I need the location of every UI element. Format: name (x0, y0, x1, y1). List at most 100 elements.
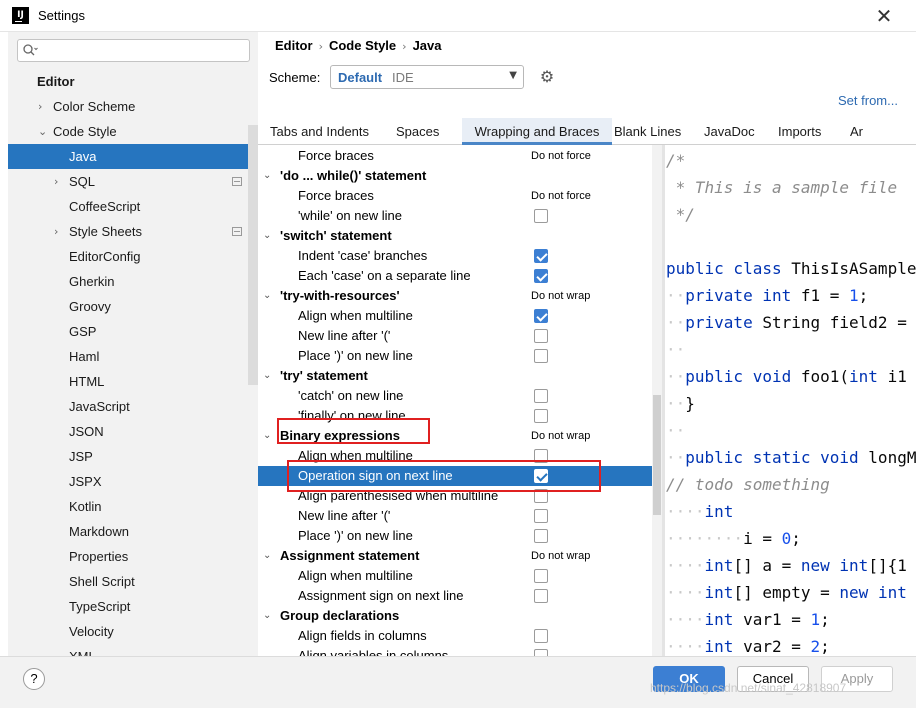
sidebar-item-jsp[interactable]: JSP (8, 444, 258, 469)
chevron-down-icon[interactable]: ⌄ (263, 606, 271, 626)
tab-blank-lines[interactable]: Blank Lines (614, 118, 702, 145)
option-checkbox[interactable] (534, 509, 548, 523)
option-row[interactable]: Place ')' on new line (258, 346, 652, 366)
option-row[interactable]: Align when multiline (258, 566, 652, 586)
sidebar-item-javascript[interactable]: JavaScript (8, 394, 258, 419)
sidebar-item-java[interactable]: Java (8, 144, 258, 169)
option-value[interactable]: Do not force (531, 186, 591, 206)
gear-icon[interactable]: ⚙ (538, 68, 556, 86)
sidebar-item-gsp[interactable]: GSP (8, 319, 258, 344)
sidebar-item-markdown[interactable]: Markdown (8, 519, 258, 544)
sidebar-item-velocity[interactable]: Velocity (8, 619, 258, 644)
option-row[interactable]: Align fields in columns (258, 626, 652, 646)
sidebar-item-kotlin[interactable]: Kotlin (8, 494, 258, 519)
sidebar-item-gherkin[interactable]: Gherkin (8, 269, 258, 294)
sidebar-item-code-style[interactable]: ⌄ Code Style (8, 119, 258, 144)
option-value[interactable]: Do not wrap (531, 546, 590, 566)
chevron-down-icon[interactable]: ⌄ (38, 119, 50, 144)
sidebar-item-shell-script[interactable]: Shell Script (8, 569, 258, 594)
close-icon[interactable]: ✕ (870, 4, 898, 28)
option-row[interactable]: 'catch' on new line (258, 386, 652, 406)
option-checkbox[interactable] (534, 449, 548, 463)
option-checkbox[interactable] (534, 629, 548, 643)
options-scrollbar[interactable] (652, 145, 662, 656)
option-group[interactable]: ⌄ Group declarations (258, 606, 652, 626)
option-checkbox[interactable] (534, 589, 548, 603)
option-group[interactable]: ⌄ 'do ... while()' statement (258, 166, 652, 186)
option-checkbox[interactable] (534, 309, 548, 323)
help-button[interactable]: ? (23, 668, 45, 690)
option-checkbox[interactable] (534, 569, 548, 583)
code-token: public static void (685, 448, 869, 467)
option-row[interactable]: Operation sign on next line (258, 466, 652, 486)
option-row[interactable]: Align variables in columns (258, 646, 652, 656)
option-row[interactable]: Assignment sign on next line (258, 586, 652, 606)
tab-ar[interactable]: Ar (850, 118, 880, 145)
chevron-down-icon[interactable]: ⌄ (263, 226, 271, 246)
option-checkbox[interactable] (534, 649, 548, 656)
option-row[interactable]: Align when multiline (258, 306, 652, 326)
option-group[interactable]: ⌄ 'try' statement (258, 366, 652, 386)
sidebar-item-color-scheme[interactable]: › Color Scheme (8, 94, 258, 119)
tab-wrapping-and-braces[interactable]: Wrapping and Braces (462, 118, 612, 145)
option-checkbox[interactable] (534, 269, 548, 283)
option-checkbox[interactable] (534, 209, 548, 223)
option-checkbox[interactable] (534, 469, 548, 483)
tab-imports[interactable]: Imports (778, 118, 848, 145)
option-checkbox[interactable] (534, 349, 548, 363)
option-checkbox[interactable] (534, 529, 548, 543)
chevron-down-icon[interactable]: ⌄ (263, 426, 271, 446)
option-checkbox[interactable] (534, 249, 548, 263)
option-value[interactable]: Do not wrap (531, 286, 590, 306)
option-row[interactable]: Align when multiline (258, 446, 652, 466)
chevron-right-icon[interactable]: › (38, 94, 50, 119)
sidebar-item-editorconfig[interactable]: EditorConfig (8, 244, 258, 269)
scheme-dropdown[interactable]: Default IDE ▼ (330, 65, 524, 89)
option-group[interactable]: ⌄ 'try-with-resources' Do not wrap (258, 286, 652, 306)
chevron-right-icon[interactable]: › (54, 219, 66, 244)
sidebar-item-xml[interactable]: XML (8, 644, 258, 656)
sidebar-item-style-sheets[interactable]: › Style Sheets (8, 219, 258, 244)
chevron-down-icon[interactable]: ⌄ (263, 546, 271, 566)
option-row[interactable]: New line after '(' (258, 326, 652, 346)
sidebar-item-html[interactable]: HTML (8, 369, 258, 394)
option-row[interactable]: Align parenthesised when multiline (258, 486, 652, 506)
option-row[interactable]: Indent 'case' branches (258, 246, 652, 266)
option-checkbox[interactable] (534, 489, 548, 503)
option-checkbox[interactable] (534, 389, 548, 403)
chevron-down-icon[interactable]: ⌄ (263, 166, 271, 186)
option-row[interactable]: Force braces Do not force (258, 186, 652, 206)
sidebar-item-groovy[interactable]: Groovy (8, 294, 258, 319)
search-input[interactable] (17, 39, 250, 62)
option-row[interactable]: Each 'case' on a separate line (258, 266, 652, 286)
option-group[interactable]: ⌄ Assignment statement Do not wrap (258, 546, 652, 566)
option-value[interactable]: Do not wrap (531, 426, 590, 446)
sidebar-item-typescript[interactable]: TypeScript (8, 594, 258, 619)
sidebar-scrollbar[interactable] (248, 125, 258, 385)
sidebar-item-sql[interactable]: › SQL (8, 169, 258, 194)
sidebar-item-editor[interactable]: Editor (8, 69, 258, 94)
option-row[interactable]: 'while' on new line (258, 206, 652, 226)
option-checkbox[interactable] (534, 409, 548, 423)
option-group[interactable]: ⌄ 'switch' statement (258, 226, 652, 246)
option-checkbox[interactable] (534, 329, 548, 343)
sidebar-item-coffeescript[interactable]: CoffeeScript (8, 194, 258, 219)
set-from-link[interactable]: Set from... (838, 93, 898, 108)
option-row[interactable]: Force braces Do not force (258, 146, 652, 166)
scrollbar-thumb[interactable] (653, 395, 661, 515)
option-row[interactable]: 'finally' on new line (258, 406, 652, 426)
sidebar-item-json[interactable]: JSON (8, 419, 258, 444)
chevron-down-icon[interactable]: ⌄ (263, 366, 271, 386)
tab-tabs-and-indents[interactable]: Tabs and Indents (270, 118, 394, 145)
option-value[interactable]: Do not force (531, 146, 591, 166)
option-row[interactable]: New line after '(' (258, 506, 652, 526)
option-group[interactable]: ⌄ Binary expressions Do not wrap (258, 426, 652, 446)
tab-spaces[interactable]: Spaces (396, 118, 460, 145)
option-row[interactable]: Place ')' on new line (258, 526, 652, 546)
chevron-right-icon[interactable]: › (54, 169, 66, 194)
tab-javadoc[interactable]: JavaDoc (704, 118, 774, 145)
sidebar-item-properties[interactable]: Properties (8, 544, 258, 569)
chevron-down-icon[interactable]: ⌄ (263, 286, 271, 306)
sidebar-item-jspx[interactable]: JSPX (8, 469, 258, 494)
sidebar-item-haml[interactable]: Haml (8, 344, 258, 369)
